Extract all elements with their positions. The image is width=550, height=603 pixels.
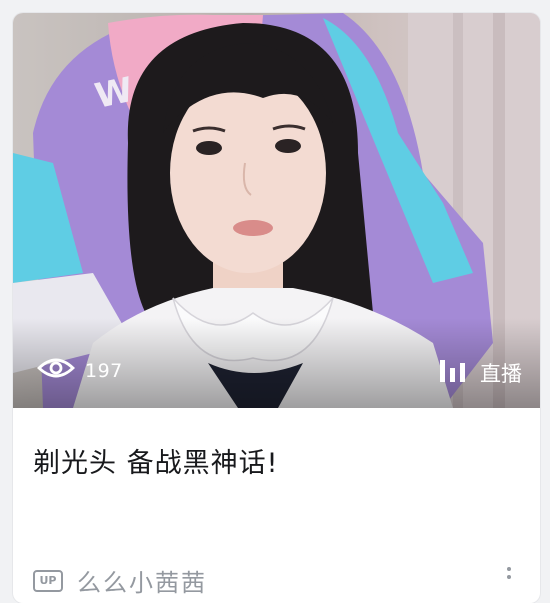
view-count-value: 197 — [85, 359, 123, 382]
view-count: 197 — [36, 355, 123, 386]
up-badge-icon: UP — [33, 569, 63, 592]
live-bars-icon — [438, 357, 468, 388]
video-card[interactable]: W 197 直播 剃光头 备战黑神话! UP 么么小茜茜 — [13, 13, 540, 603]
eye-icon — [36, 355, 76, 386]
video-title[interactable]: 剃光头 备战黑神话! — [33, 441, 278, 480]
live-indicator: 直播 — [438, 357, 522, 388]
thumbnail[interactable]: W 197 直播 — [13, 13, 540, 408]
more-vertical-icon[interactable] — [506, 567, 512, 579]
author-name[interactable]: 么么小茜茜 — [77, 563, 207, 598]
live-label: 直播 — [480, 361, 522, 386]
card-footer: UP 么么小茜茜 — [33, 563, 520, 598]
